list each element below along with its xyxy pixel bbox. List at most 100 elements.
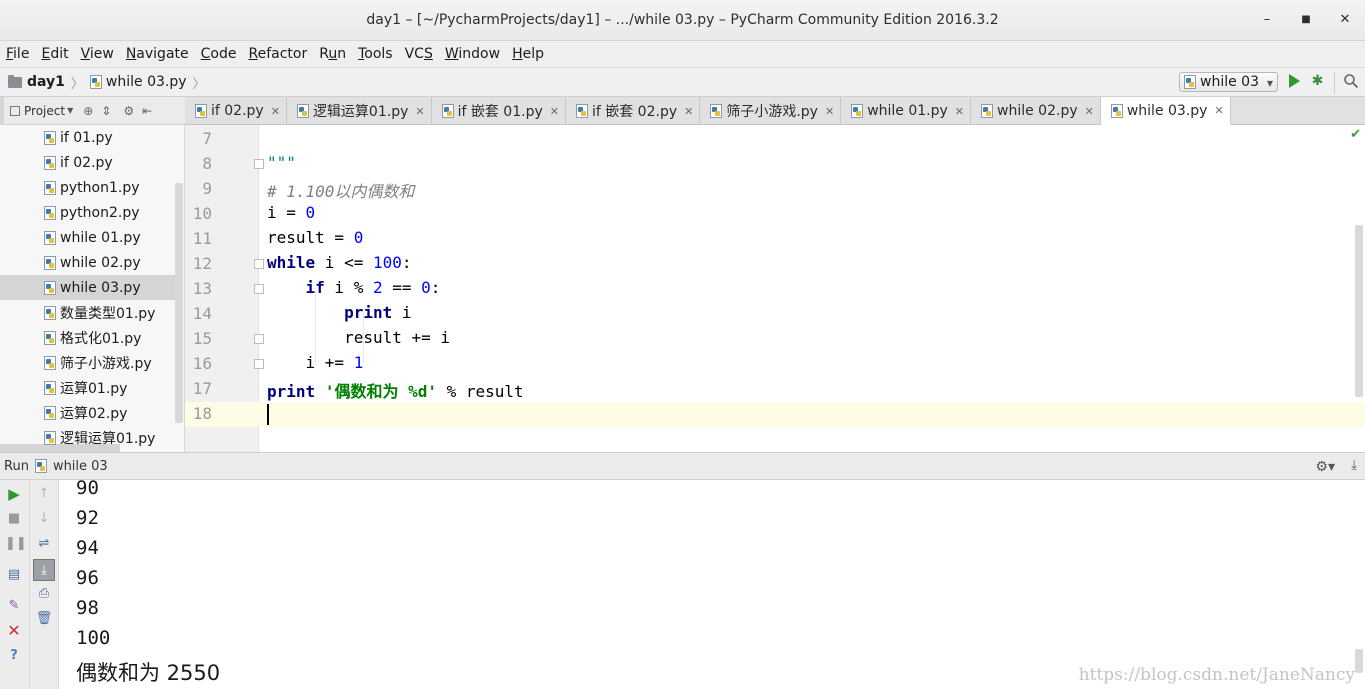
menu-item[interactable]: Help — [512, 46, 544, 62]
run-config-select[interactable]: while 03 ▼ — [1179, 72, 1278, 92]
menu-item[interactable]: Tools — [358, 46, 393, 62]
project-file-item[interactable]: 数量类型01.py — [0, 300, 175, 325]
close-tab-icon[interactable]: ✕ — [1214, 104, 1223, 117]
run-console[interactable]: https://blog.csdn.net/JaneNancy 90 92 94 96… — [59, 480, 1365, 689]
python-file-icon — [44, 155, 56, 170]
close-tab-icon[interactable]: ✕ — [415, 105, 424, 118]
code-editor[interactable]: 7 8 """ 9 # 1.100以内偶数和 10 i = 0 11 result = 0 12 w… — [185, 125, 1365, 452]
pin-tab-icon[interactable]: ✎ — [5, 597, 23, 615]
project-file-item[interactable]: 格式化01.py — [0, 325, 175, 350]
project-file-label: 筛子小游戏.py — [60, 355, 152, 372]
code-line[interactable]: 9 # 1.100以内偶数和 — [185, 177, 1365, 202]
project-scrollbar[interactable] — [175, 183, 183, 423]
editor-tab[interactable]: while 03.py ✕ — [1100, 97, 1231, 125]
project-file-item[interactable]: 运算01.py — [0, 375, 175, 400]
project-file-item[interactable]: 运算02.py — [0, 400, 175, 425]
menu-item[interactable]: Code — [201, 46, 237, 62]
line-number: 11 — [192, 229, 212, 248]
close-tab-icon[interactable]: ✕ — [550, 105, 559, 118]
menu-item[interactable]: Navigate — [126, 46, 189, 62]
scroll-to-end-icon[interactable]: ⤓ — [33, 559, 55, 581]
restore-layout-icon[interactable]: ▤ — [5, 566, 23, 584]
code-line[interactable]: 13 if i % 2 == 0: — [185, 277, 1365, 302]
code-line[interactable]: 12 while i <= 100: — [185, 252, 1365, 277]
soft-wrap-icon[interactable]: ⇌ — [35, 535, 53, 553]
console-scrollbar[interactable] — [1355, 649, 1363, 673]
project-file-item[interactable]: 筛子小游戏.py — [0, 350, 175, 375]
editor-tab[interactable]: if 嵌套 01.py ✕ — [432, 97, 566, 125]
maximize-icon[interactable]: ■ — [1296, 10, 1316, 30]
pause-icon[interactable]: ❚❚ — [5, 535, 27, 553]
breadcrumb-project[interactable]: day1 — [27, 74, 65, 90]
editor-tab[interactable]: while 02.py ✕ — [971, 97, 1101, 125]
close-run-icon[interactable]: ✕ — [5, 622, 23, 640]
code-line[interactable]: 8 """ — [185, 152, 1365, 177]
code-line[interactable]: 16 i += 1 — [185, 352, 1365, 377]
hide-panel-icon[interactable]: ⤓ — [1351, 458, 1357, 473]
python-file-icon — [44, 280, 56, 295]
breadcrumb-file[interactable]: while 03.py — [106, 74, 187, 90]
code-line[interactable]: 15 result += i — [185, 327, 1365, 352]
menu-item[interactable]: File — [6, 46, 29, 62]
editor-tab[interactable]: 逻辑运算01.py ✕ — [287, 97, 432, 125]
project-file-item[interactable]: if 02.py — [0, 150, 175, 175]
hide-panel-icon[interactable]: ⇤ — [142, 104, 152, 118]
close-tab-icon[interactable]: ✕ — [955, 105, 964, 118]
editor-tab[interactable]: if 02.py ✕ — [185, 97, 287, 125]
python-file-icon — [1184, 75, 1197, 89]
project-file-label: while 02.py — [60, 254, 141, 271]
help-icon[interactable]: ? — [5, 647, 23, 665]
code-line[interactable]: 7 — [185, 127, 1365, 152]
project-file-item[interactable]: while 03.py — [0, 275, 175, 300]
editor-tab[interactable]: while 01.py ✕ — [841, 97, 972, 125]
close-tab-icon[interactable]: ✕ — [825, 105, 834, 118]
arrow-up-icon[interactable]: ↑ — [35, 485, 53, 503]
close-tab-icon[interactable]: ✕ — [1085, 105, 1094, 118]
project-file-item[interactable]: while 01.py — [0, 225, 175, 250]
print-icon[interactable]: ⎙ — [35, 585, 53, 603]
rerun-icon[interactable]: ▶ — [5, 485, 23, 503]
fold-marker-icon[interactable] — [254, 284, 264, 294]
search-icon[interactable] — [1343, 73, 1359, 89]
project-file-item[interactable]: while 02.py — [0, 250, 175, 275]
minimize-icon[interactable]: – — [1257, 10, 1277, 30]
fold-marker-icon[interactable] — [254, 359, 264, 369]
project-view-label[interactable]: Project — [24, 104, 65, 118]
editor-tab[interactable]: 筛子小游戏.py ✕ — [700, 97, 842, 125]
project-file-item[interactable]: 逻辑运算01.py — [0, 425, 175, 450]
gear-icon[interactable]: ⚙▾ — [1315, 459, 1335, 475]
scroll-from-source-icon[interactable]: ⊕ — [83, 104, 93, 118]
trash-icon[interactable]: 🗑 — [35, 610, 53, 628]
editor-tab[interactable]: if 嵌套 02.py ✕ — [566, 97, 701, 125]
fold-marker-icon[interactable] — [254, 334, 264, 344]
code-line[interactable]: 18 — [185, 402, 1365, 427]
dropdown-arrow-icon[interactable]: ▼ — [67, 106, 73, 115]
menu-item[interactable]: View — [81, 46, 114, 62]
fold-marker-icon[interactable] — [254, 159, 264, 169]
editor-scrollbar[interactable] — [1355, 225, 1363, 397]
menu-item[interactable]: Edit — [41, 46, 68, 62]
project-file-item[interactable]: python1.py — [0, 175, 175, 200]
code-line[interactable]: 10 i = 0 — [185, 202, 1365, 227]
project-file-item[interactable]: python2.py — [0, 200, 175, 225]
code-line[interactable]: 14 print i — [185, 302, 1365, 327]
menu-item[interactable]: VCS — [405, 46, 433, 62]
gear-icon[interactable]: ⚙ — [123, 104, 134, 118]
fold-marker-icon[interactable] — [254, 259, 264, 269]
project-file-item[interactable]: if 01.py — [0, 125, 175, 150]
collapse-all-icon[interactable]: ⇕ — [101, 104, 111, 118]
close-tab-icon[interactable]: ✕ — [684, 105, 693, 118]
stop-icon[interactable]: ■ — [5, 510, 23, 528]
close-tab-icon[interactable]: ✕ — [271, 105, 280, 118]
arrow-down-icon[interactable]: ↓ — [35, 510, 53, 528]
editor-tab-label: 筛子小游戏.py — [726, 104, 818, 120]
menu-item[interactable]: Run — [319, 46, 346, 62]
menu-item[interactable]: Window — [445, 46, 500, 62]
close-icon[interactable]: ✕ — [1335, 10, 1355, 30]
menu-item[interactable]: Refactor — [248, 46, 307, 62]
code-line[interactable]: 17 print '偶数和为 %d' % result — [185, 377, 1365, 402]
run-panel-config[interactable]: while 03 — [53, 459, 108, 474]
run-button[interactable] — [1289, 74, 1300, 88]
debug-button[interactable]: ✱ — [1310, 74, 1325, 89]
code-line[interactable]: 11 result = 0 — [185, 227, 1365, 252]
